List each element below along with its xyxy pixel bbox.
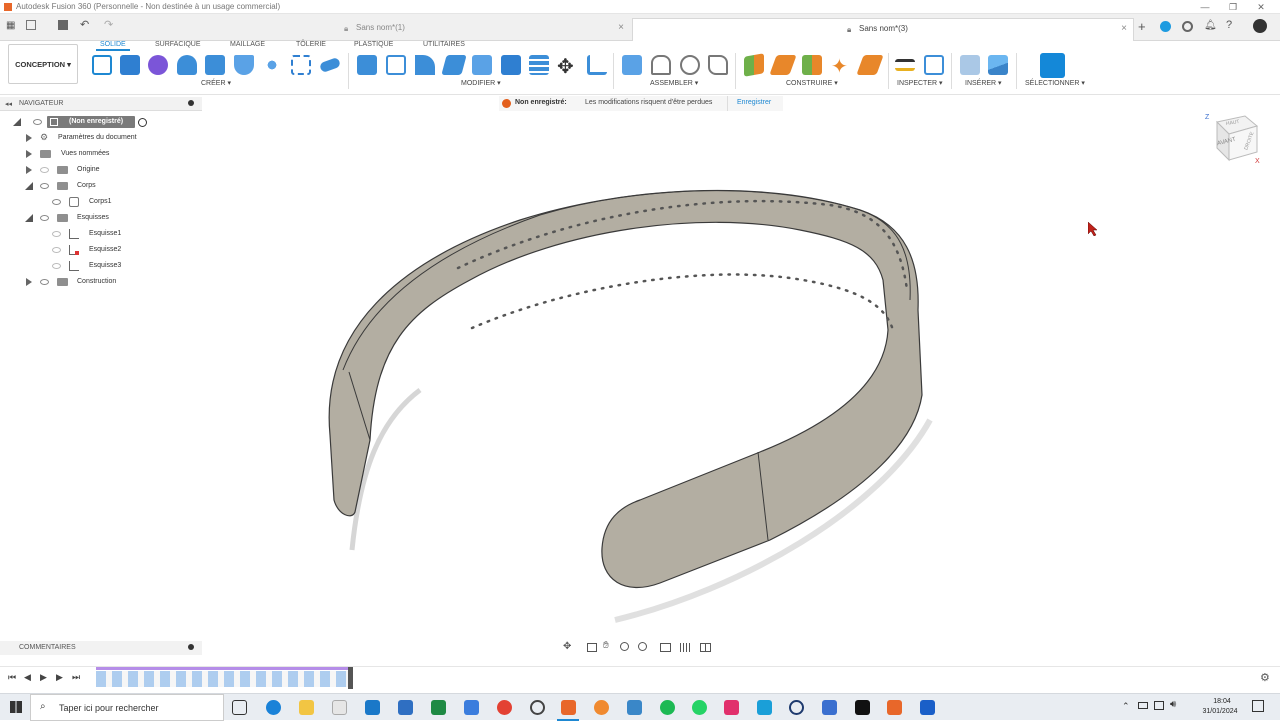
app-icon[interactable] [789,700,804,715]
timeline-settings-icon[interactable]: ⚙ [1260,671,1270,684]
timeline-bar: ⏮︎ ◀ ▶ ▶ ⏭︎ ⚙ [0,666,1280,690]
timeline-features[interactable] [96,671,352,687]
hole-row [470,273,895,332]
fit-icon[interactable] [638,642,647,651]
show-hidden-icons[interactable]: ⌃ [1122,701,1130,712]
go-to-start-icon[interactable]: ⏮︎ [8,672,16,683]
app-icon[interactable] [757,700,772,715]
search-placeholder: Taper ici pour rechercher [59,703,159,713]
app-icon[interactable] [464,700,479,715]
app-icon[interactable] [887,700,902,715]
task-view-icon[interactable] [232,700,247,715]
viewport-canvas[interactable] [0,0,1280,720]
notification-center-icon[interactable] [1252,700,1264,712]
taskbar-date[interactable]: 31/01/2024 [1200,708,1240,715]
display-settings-icon[interactable] [660,643,671,652]
orbit-icon[interactable]: ✥ [563,641,571,652]
app-icon[interactable] [920,700,935,715]
zoom-icon[interactable] [620,642,629,651]
excel-icon[interactable] [431,700,446,715]
chrome-icon[interactable] [497,700,512,715]
taskbar-time[interactable]: 18:04 [1205,698,1239,705]
battery-icon[interactable] [1138,702,1148,709]
comments-title: COMMENTAIRES [19,644,76,651]
whatsapp-icon[interactable] [692,700,707,715]
store-icon[interactable] [332,700,347,715]
panel-options-icon[interactable] [188,644,194,650]
taskbar-search-box[interactable]: ⌕ Taper ici pour rechercher [30,694,224,721]
grid-settings-icon[interactable] [680,643,691,652]
viewports-icon[interactable] [700,643,711,652]
viewcube[interactable]: Z X HAUT AVANT DROITE [1205,112,1265,170]
file-explorer-icon[interactable] [299,700,314,715]
network-icon[interactable] [1154,701,1164,710]
instagram-icon[interactable] [724,700,739,715]
edge-browser-icon[interactable] [266,700,281,715]
calculator-icon[interactable] [398,700,413,715]
go-to-end-icon[interactable]: ⏭︎ [72,672,80,683]
step-back-icon[interactable]: ◀ [24,672,31,683]
fusion-360-icon[interactable] [561,700,576,715]
timeline-marker[interactable] [348,667,353,689]
spotify-icon[interactable] [660,700,675,715]
step-forward-icon[interactable]: ▶ [56,672,63,683]
app-icon[interactable] [594,700,609,715]
play-icon[interactable]: ▶ [40,672,47,683]
app-icon[interactable] [627,700,642,715]
viewcube-z-label: Z [1205,114,1210,121]
windows-taskbar: ⌕ Taper ici pour rechercher ⌃ 🔊︎ 18:04 3… [0,693,1280,721]
app-icon[interactable] [822,700,837,715]
search-icon: ⌕ [40,701,46,712]
timeline-progress [96,667,352,670]
look-at-icon[interactable] [587,643,597,652]
volume-icon[interactable]: 🔊︎ [1170,699,1176,710]
viewcube-x-label: X [1255,158,1260,165]
comments-panel-header[interactable]: COMMENTAIRES [0,641,202,655]
app-icon[interactable] [855,700,870,715]
windows-start-icon[interactable] [10,701,22,713]
mail-icon[interactable] [365,700,380,715]
pan-icon[interactable]: ✋︎ [603,640,609,651]
navigation-bar: ✥ ✋︎ [560,640,720,656]
mouse-cursor [1088,222,1098,236]
app-icon[interactable] [530,700,545,715]
